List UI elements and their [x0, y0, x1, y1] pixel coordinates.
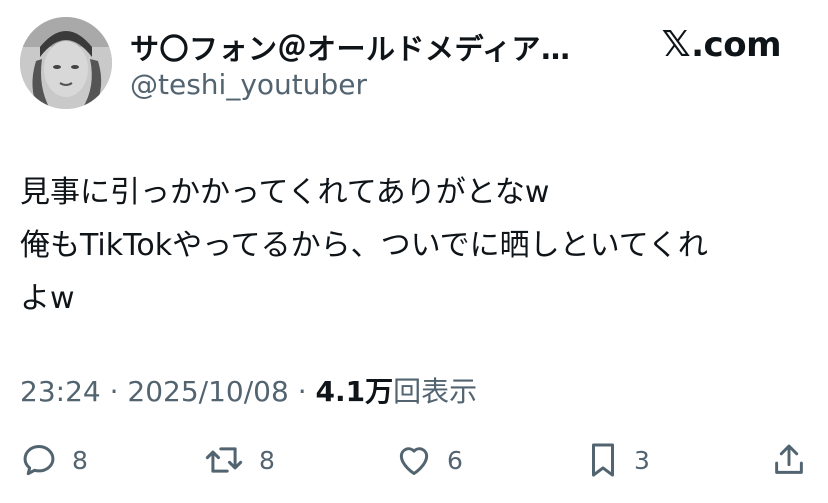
tweet-time[interactable]: 23:24: [20, 375, 101, 408]
x-com-logo: 𝕏 .com: [661, 24, 782, 65]
bookmark-count: 3: [634, 445, 650, 475]
bookmark-icon: [591, 443, 615, 477]
bookmark-button[interactable]: 3: [586, 440, 650, 480]
author-display-name[interactable]: サ〇フォン＠オールドメディア…: [130, 26, 590, 68]
tweet-text-line: よw: [20, 281, 75, 316]
retweet-icon: [205, 447, 243, 473]
share-icon: [775, 444, 803, 474]
reply-button[interactable]: 8: [20, 440, 88, 480]
meta-separator: ·: [297, 375, 307, 408]
x-logo-icon: 𝕏: [661, 24, 691, 65]
share-button[interactable]: [772, 440, 806, 480]
tweet-meta: 23:24 · 2025/10/08 · 4.1万回表示: [20, 370, 477, 410]
author-handle[interactable]: @teshi_youtuber: [130, 68, 367, 101]
heart-icon: [399, 447, 429, 475]
tweet-text-line: 俺もTikTokやってるから、ついでに晒しといてくれ: [20, 228, 708, 263]
reply-icon: [23, 445, 55, 476]
meta-separator: ·: [109, 375, 119, 408]
tweet-actions-bar: 8 8 6 3: [20, 440, 810, 480]
views-label: 回表示: [393, 375, 478, 408]
avatar[interactable]: [20, 17, 112, 109]
tweet-date[interactable]: 2025/10/08: [127, 375, 288, 408]
tweet-text-line: 見事に引っかかってくれてありがとなw: [20, 175, 550, 210]
retweet-count: 8: [259, 445, 275, 475]
views-count: 4.1万: [315, 375, 394, 408]
reply-count: 8: [72, 445, 88, 475]
like-button[interactable]: 6: [395, 440, 463, 480]
like-count: 6: [447, 445, 463, 475]
brand-domain-text: .com: [691, 24, 781, 65]
avatar-image: [20, 17, 112, 109]
retweet-button[interactable]: 8: [203, 440, 275, 480]
tweet-text: 見事に引っかかってくれてありがとなw 俺もTikTokやってるから、ついでに晒し…: [20, 166, 810, 325]
